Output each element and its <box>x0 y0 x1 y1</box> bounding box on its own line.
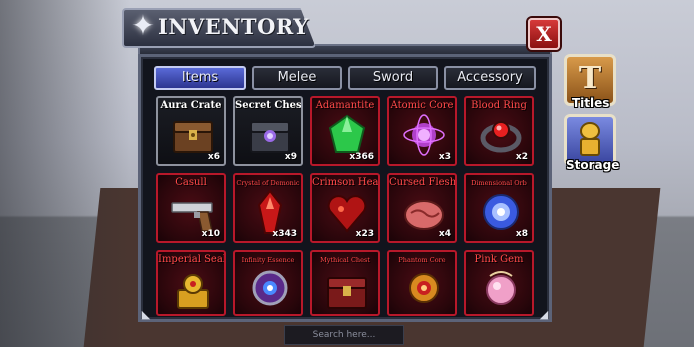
item-name: Casull <box>175 177 207 188</box>
item-count: x10 <box>201 229 220 239</box>
tab-items[interactable]: Items <box>154 66 246 90</box>
item-slot-secret-chest[interactable]: Secret Chest x9 <box>233 96 303 166</box>
star-icon: ✦ <box>131 9 155 42</box>
item-slot-mythical-chest[interactable]: Mythical Chest <box>310 250 380 316</box>
item-name: Cursed Flesh <box>389 177 457 188</box>
resize-corner-icon: ◣ <box>141 308 151 321</box>
item-slot-adamantite[interactable]: Adamantite x366 <box>310 96 380 166</box>
item-name: Mythical Chest <box>320 256 370 264</box>
item-name: Crystal of Demonic <box>236 179 300 187</box>
item-name: Phantom Core <box>398 256 446 264</box>
storage-icon <box>580 122 600 156</box>
item-count: x6 <box>207 152 220 162</box>
item-slot-crimson-heart[interactable]: Crimson Heart x23 <box>310 173 380 243</box>
item-count: x9 <box>284 152 297 162</box>
item-count: x3 <box>438 152 451 162</box>
phantom-core-icon <box>409 273 439 303</box>
item-count: x2 <box>515 152 528 162</box>
titles-label: Titles <box>572 96 610 110</box>
item-slot-casull[interactable]: Casull x10 <box>156 173 226 243</box>
pink-gem-icon <box>486 271 516 305</box>
item-slot-infinity-essence[interactable]: Infinity Essence <box>233 250 303 316</box>
item-count: x366 <box>349 152 374 162</box>
background-shadow <box>0 0 130 347</box>
item-slot-imperial-seal[interactable]: Imperial Seal <box>156 250 226 316</box>
item-slot-phantom-core[interactable]: Phantom Core <box>387 250 457 316</box>
item-count: x343 <box>272 229 297 239</box>
item-name: Secret Chest <box>235 100 303 111</box>
item-slot-aura-crate[interactable]: Aura Crate x6 <box>156 96 226 166</box>
item-name: Dimensional Orb <box>471 179 527 187</box>
item-slot-atomic-core[interactable]: Atomic Core x3 <box>387 96 457 166</box>
item-name: Pink Gem <box>474 254 524 265</box>
item-name: Adamantite <box>315 100 375 111</box>
item-count: x8 <box>515 229 528 239</box>
item-slot-pink-gem[interactable]: Pink Gem <box>464 250 534 316</box>
item-name: Infinity Essence <box>241 256 295 264</box>
item-name: Blood Ring <box>471 100 527 111</box>
item-name: Atomic Core <box>390 100 454 111</box>
item-slot-blood-ring[interactable]: Blood Ring x2 <box>464 96 534 166</box>
item-name: Aura Crate <box>160 100 222 111</box>
tab-sword[interactable]: Sword <box>348 66 438 90</box>
seal-icon <box>177 274 209 309</box>
item-name: Imperial Seal <box>158 254 226 265</box>
item-count: x4 <box>438 229 451 239</box>
window-title: INVENTORY <box>158 14 309 39</box>
essence-icon <box>252 270 288 306</box>
item-slot-cursed-flesh[interactable]: Cursed Flesh x4 <box>387 173 457 243</box>
tab-melee[interactable]: Melee <box>252 66 342 90</box>
item-name: Crimson Heart <box>312 177 380 188</box>
item-slot-crystal-of-demonic[interactable]: Crystal of Demonic x343 <box>233 173 303 243</box>
close-button[interactable]: X <box>528 18 560 50</box>
storage-label: Storage <box>566 158 620 172</box>
mythical-chest-icon <box>327 277 367 309</box>
tab-accessory[interactable]: Accessory <box>444 66 536 90</box>
resize-corner-icon: ◢ <box>539 308 549 321</box>
titles-icon: T <box>578 61 602 96</box>
item-slot-dimensional-orb[interactable]: Dimensional Orb x8 <box>464 173 534 243</box>
search-input[interactable]: Search here... <box>284 325 404 345</box>
item-count: x23 <box>355 229 374 239</box>
